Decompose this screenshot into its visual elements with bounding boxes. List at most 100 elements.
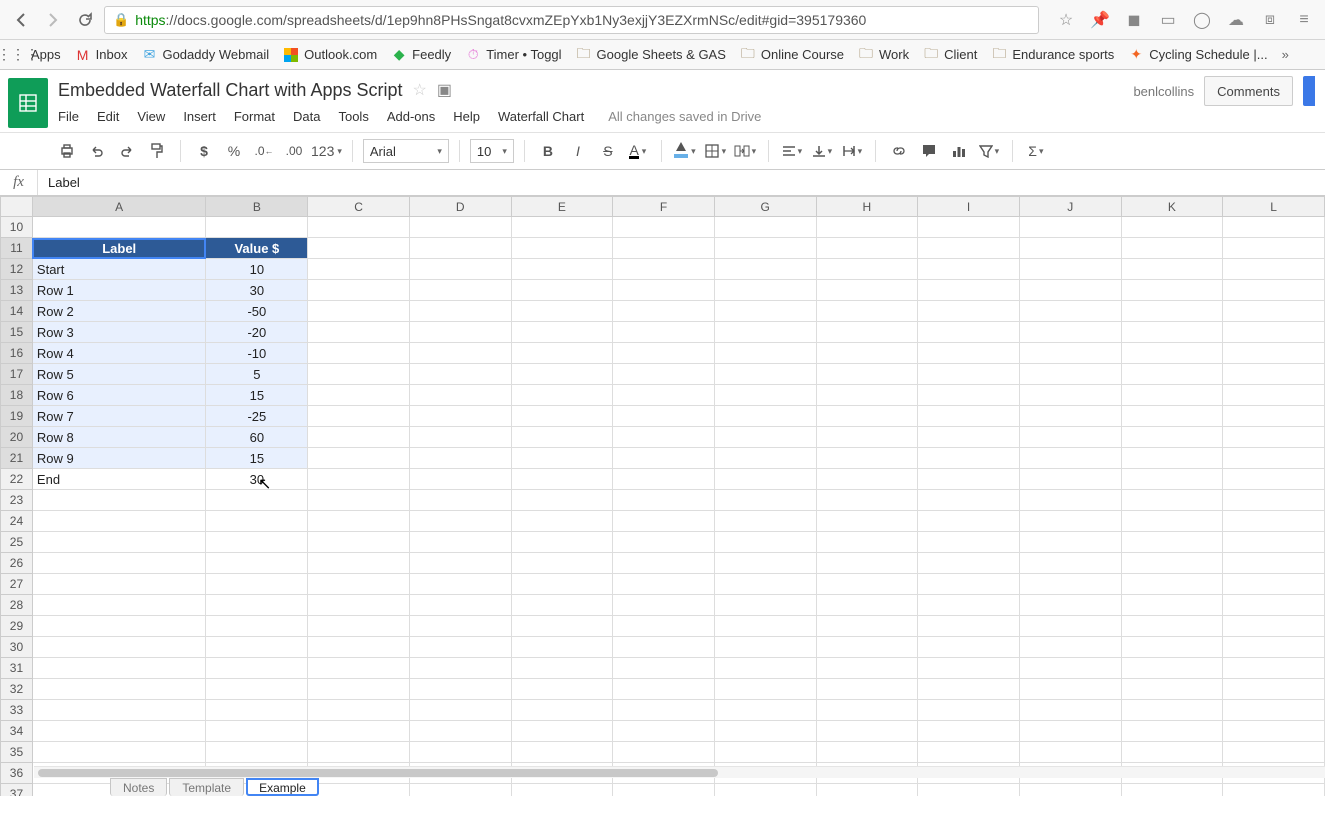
bookmarks-overflow[interactable]: » xyxy=(1282,47,1289,62)
cell-G27[interactable] xyxy=(714,574,816,595)
cell-B22[interactable]: 30 xyxy=(206,469,308,490)
formula-value[interactable]: Label xyxy=(38,175,90,190)
cell-J13[interactable] xyxy=(1019,280,1121,301)
row-header[interactable]: 12 xyxy=(1,259,33,280)
row-header[interactable]: 11 xyxy=(1,238,33,259)
cell-F37[interactable] xyxy=(613,784,715,797)
cell-H25[interactable] xyxy=(816,532,918,553)
menu-waterfall-chart[interactable]: Waterfall Chart xyxy=(498,109,584,124)
cell-D14[interactable] xyxy=(409,301,511,322)
column-header-E[interactable]: E xyxy=(511,197,613,217)
cell-E35[interactable] xyxy=(511,742,613,763)
cell-I18[interactable] xyxy=(918,385,1020,406)
cell-A12[interactable]: Start xyxy=(32,259,206,280)
cell-E32[interactable] xyxy=(511,679,613,700)
cell-F29[interactable] xyxy=(613,616,715,637)
cell-G18[interactable] xyxy=(714,385,816,406)
text-wrap-button[interactable]: ▾ xyxy=(839,138,865,164)
cell-I35[interactable] xyxy=(918,742,1020,763)
cell-C13[interactable] xyxy=(308,280,410,301)
cell-F25[interactable] xyxy=(613,532,715,553)
cell-B21[interactable]: 15 xyxy=(206,448,308,469)
cell-G35[interactable] xyxy=(714,742,816,763)
cell-E17[interactable] xyxy=(511,364,613,385)
cell-L19[interactable] xyxy=(1223,406,1325,427)
cell-L17[interactable] xyxy=(1223,364,1325,385)
cell-I25[interactable] xyxy=(918,532,1020,553)
cell-C29[interactable] xyxy=(308,616,410,637)
cell-K34[interactable] xyxy=(1121,721,1223,742)
cell-L25[interactable] xyxy=(1223,532,1325,553)
horizontal-scrollbar[interactable] xyxy=(34,766,1325,778)
insert-chart-icon[interactable] xyxy=(946,138,972,164)
cell-A31[interactable] xyxy=(32,658,206,679)
cell-B24[interactable] xyxy=(206,511,308,532)
undo-icon[interactable] xyxy=(84,138,110,164)
vertical-align-button[interactable]: ▾ xyxy=(809,138,835,164)
cell-J33[interactable] xyxy=(1019,700,1121,721)
cell-F31[interactable] xyxy=(613,658,715,679)
cell-I26[interactable] xyxy=(918,553,1020,574)
cell-H24[interactable] xyxy=(816,511,918,532)
cell-A18[interactable]: Row 6 xyxy=(32,385,206,406)
cell-C30[interactable] xyxy=(308,637,410,658)
cell-C17[interactable] xyxy=(308,364,410,385)
cell-A29[interactable] xyxy=(32,616,206,637)
row-header[interactable]: 24 xyxy=(1,511,33,532)
row-header[interactable]: 13 xyxy=(1,280,33,301)
cell-G17[interactable] xyxy=(714,364,816,385)
cell-D19[interactable] xyxy=(409,406,511,427)
cell-C20[interactable] xyxy=(308,427,410,448)
cell-F10[interactable] xyxy=(613,217,715,238)
cell-D10[interactable] xyxy=(409,217,511,238)
cell-I28[interactable] xyxy=(918,595,1020,616)
cell-A14[interactable]: Row 2 xyxy=(32,301,206,322)
cell-H12[interactable] xyxy=(816,259,918,280)
cell-A21[interactable]: Row 9 xyxy=(32,448,206,469)
cell-E31[interactable] xyxy=(511,658,613,679)
cell-C15[interactable] xyxy=(308,322,410,343)
cell-J11[interactable] xyxy=(1019,238,1121,259)
cell-E19[interactable] xyxy=(511,406,613,427)
cell-H31[interactable] xyxy=(816,658,918,679)
cell-K13[interactable] xyxy=(1121,280,1223,301)
cell-I14[interactable] xyxy=(918,301,1020,322)
cell-H16[interactable] xyxy=(816,343,918,364)
dropbox-icon[interactable]: ⧈ xyxy=(1257,7,1283,33)
cell-L32[interactable] xyxy=(1223,679,1325,700)
cell-K29[interactable] xyxy=(1121,616,1223,637)
cell-G20[interactable] xyxy=(714,427,816,448)
cell-L18[interactable] xyxy=(1223,385,1325,406)
currency-icon[interactable]: $ xyxy=(191,138,217,164)
cell-D23[interactable] xyxy=(409,490,511,511)
cell-J26[interactable] xyxy=(1019,553,1121,574)
cell-J29[interactable] xyxy=(1019,616,1121,637)
cell-H26[interactable] xyxy=(816,553,918,574)
cell-I21[interactable] xyxy=(918,448,1020,469)
cell-F24[interactable] xyxy=(613,511,715,532)
cell-L30[interactable] xyxy=(1223,637,1325,658)
cell-H35[interactable] xyxy=(816,742,918,763)
strikethrough-button[interactable]: S xyxy=(595,138,621,164)
cell-J17[interactable] xyxy=(1019,364,1121,385)
pocket-icon[interactable]: ◼ xyxy=(1121,7,1147,33)
cell-L23[interactable] xyxy=(1223,490,1325,511)
cell-G29[interactable] xyxy=(714,616,816,637)
cell-G28[interactable] xyxy=(714,595,816,616)
cell-D27[interactable] xyxy=(409,574,511,595)
cell-A34[interactable] xyxy=(32,721,206,742)
cell-F13[interactable] xyxy=(613,280,715,301)
cell-G21[interactable] xyxy=(714,448,816,469)
cell-D33[interactable] xyxy=(409,700,511,721)
cell-L21[interactable] xyxy=(1223,448,1325,469)
cell-F16[interactable] xyxy=(613,343,715,364)
cell-J31[interactable] xyxy=(1019,658,1121,679)
cell-I20[interactable] xyxy=(918,427,1020,448)
cell-B32[interactable] xyxy=(206,679,308,700)
cell-E28[interactable] xyxy=(511,595,613,616)
cell-H11[interactable] xyxy=(816,238,918,259)
cell-I23[interactable] xyxy=(918,490,1020,511)
cell-C10[interactable] xyxy=(308,217,410,238)
decrease-decimal-icon[interactable]: .0← xyxy=(251,138,277,164)
font-size-dropdown[interactable]: 10▾ xyxy=(470,139,514,163)
